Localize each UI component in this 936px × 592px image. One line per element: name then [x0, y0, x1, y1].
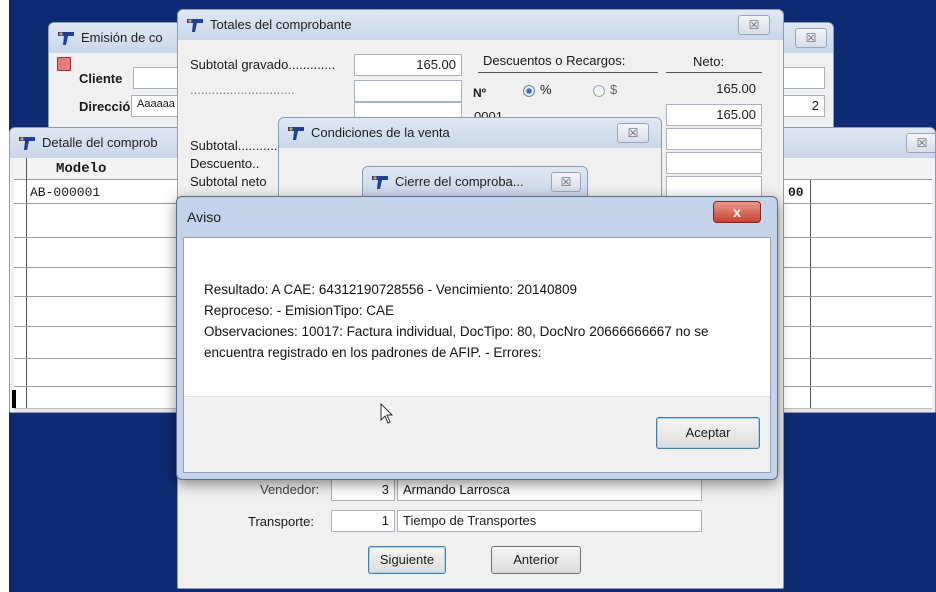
aviso-close-button[interactable]: x [713, 201, 761, 223]
radio-percent[interactable] [523, 85, 535, 97]
dollar-label: $ [610, 82, 618, 97]
dotted-label: ............................. [190, 82, 295, 97]
column-header-modelo: Modelo [56, 161, 107, 177]
scroll-right-icon[interactable]: ▸ [918, 411, 923, 412]
cliente-label: Cliente [79, 71, 123, 86]
aviso-title: Aviso [187, 209, 221, 225]
grid-col-divider [26, 158, 27, 408]
row-cursor [12, 390, 16, 408]
aviso-body: Resultado: A CAE: 64312190728556 - Venci… [183, 237, 771, 473]
direccion-label: Dirección [79, 99, 139, 114]
app-logo-icon [187, 19, 203, 32]
aceptar-button[interactable]: Aceptar [656, 417, 760, 449]
subtotal-right-field[interactable] [666, 128, 762, 150]
percent-label: % [540, 82, 552, 97]
condiciones-title: Condiciones de la venta [311, 125, 450, 140]
neto-underline [666, 72, 762, 73]
message-line-2: Reproceso: - EmisionTipo: CAE [204, 303, 395, 318]
vendedor-number-field[interactable]: 3 [331, 479, 395, 501]
vendedor-label: Vendedor: [260, 482, 320, 497]
subtotal-neto-label: Subtotal neto [190, 174, 267, 189]
scroll-left-icon[interactable]: ◂ [30, 411, 35, 412]
cierre-close-button[interactable]: ☒ [551, 172, 581, 192]
app-logo-icon [372, 176, 388, 189]
neto-label: Neto: [693, 54, 725, 69]
cliente-right-field[interactable] [781, 67, 825, 89]
subtotal-gravado-label: Subtotal gravado............. [190, 57, 336, 72]
descuentos-underline [478, 72, 658, 73]
neto-field-1[interactable]: 165.00 [666, 78, 762, 100]
totales-title: Totales del comprobante [210, 17, 352, 32]
subtotal-neto-right-field[interactable] [666, 176, 762, 198]
condiciones-close-button[interactable]: ☒ [617, 123, 649, 143]
subtotal-label: Subtotal.............. [190, 138, 289, 153]
direccion-right-field[interactable]: 2 [781, 95, 825, 117]
nro-label: Nº [473, 86, 487, 100]
row2-field[interactable] [354, 80, 462, 102]
cierre-title: Cierre del comproba... [395, 174, 524, 189]
status-indicator [57, 57, 71, 71]
mouse-pointer-icon [380, 403, 394, 424]
emision-title: Emisión de co [81, 30, 163, 45]
app-logo-icon [19, 137, 35, 150]
grid-cell-partial: 00 [788, 185, 804, 200]
descuentos-recargos-label: Descuentos o Recargos: [483, 53, 626, 68]
vendedor-name-field[interactable]: Armando Larrosca [397, 479, 702, 501]
message-line-3: Observaciones: 10017: Factura individual… [204, 324, 709, 339]
siguiente-button[interactable]: Siguiente [368, 546, 446, 574]
cliente-field[interactable] [133, 67, 183, 89]
direccion-field[interactable]: Aaaaaa [131, 95, 183, 117]
detalle-title: Detalle del comprob [42, 135, 158, 150]
app-logo-icon [58, 32, 74, 45]
transporte-name-field[interactable]: Tiempo de Transportes [397, 510, 702, 532]
descuento-right-field[interactable] [666, 152, 762, 174]
message-line-4: encuentra registrado en los padrones de … [204, 345, 542, 360]
grid-col-divider [810, 180, 811, 408]
aviso-footer: Aceptar [184, 396, 770, 472]
message-line-1: Resultado: A CAE: 64312190728556 - Venci… [204, 282, 578, 297]
grid-cell-modelo[interactable]: AB-000001 [30, 185, 100, 200]
transporte-number-field[interactable]: 1 [331, 510, 395, 532]
subtotal-gravado-field[interactable]: 165.00 [354, 54, 462, 76]
descuento-label: Descuento.. [190, 156, 260, 171]
transporte-label: Transporte: [248, 514, 314, 529]
totales-close-button[interactable]: ☒ [738, 15, 770, 35]
aviso-dialog: Aviso x Resultado: A CAE: 64312190728556… [176, 196, 778, 480]
radio-dollar[interactable] [593, 85, 605, 97]
app-logo-icon [288, 127, 304, 140]
neto-field-2[interactable]: 165.00 [666, 104, 762, 126]
detalle-close-button[interactable]: ☒ [906, 133, 935, 153]
anterior-button[interactable]: Anterior [491, 546, 581, 574]
emision-close-button[interactable]: ☒ [795, 28, 827, 48]
